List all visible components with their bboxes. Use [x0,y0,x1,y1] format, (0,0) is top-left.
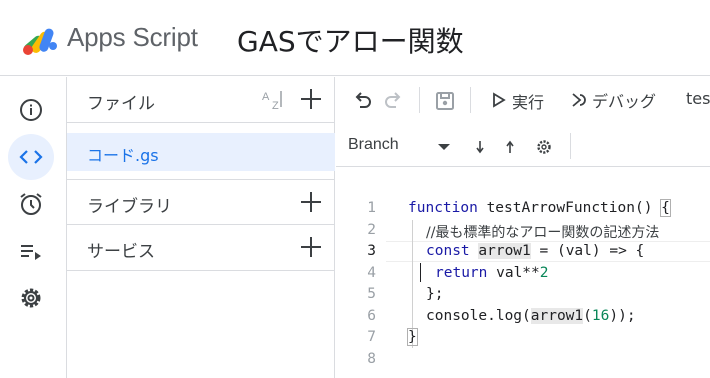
libraries-section: ライブラリ [67,179,335,225]
add-service-icon[interactable] [297,233,325,261]
code-line: 4 return val**2 [336,263,710,285]
redo-icon[interactable] [382,89,406,113]
info-icon [20,99,42,121]
services-section: サービス [67,225,335,271]
push-arrow-up-icon[interactable] [498,135,522,159]
line-number: 6 [367,307,376,324]
rail-editor-button[interactable] [8,134,54,180]
undo-icon[interactable] [350,89,374,113]
files-section-label: ファイル [87,94,155,114]
code-line: 3 const arrow1 = (val) => { [336,241,710,263]
alarm-clock-icon [20,193,42,215]
play-icon [493,92,506,108]
line-number: 2 [367,221,376,238]
add-library-icon[interactable] [297,188,325,216]
function-select[interactable]: tes [686,89,710,108]
debug-label: デバッグ [592,92,657,111]
toolbar-divider [470,87,471,113]
debug-button[interactable]: デバッグ [568,85,674,115]
code-icon [19,150,43,164]
app-header: Apps Script GASでアロー関数 [0,0,710,76]
branch-dropdown-icon[interactable] [432,135,456,159]
file-item-code-gs[interactable]: コード.gs [67,133,335,171]
code-text: const arrow1 = (val) => { [426,243,645,259]
apps-script-logo[interactable] [20,22,60,56]
code-text: }; [426,286,444,302]
rail-triggers-button[interactable] [8,181,54,227]
gear-icon [21,288,41,308]
save-icon[interactable] [433,89,457,113]
rail-settings-button[interactable] [8,275,54,321]
app-name[interactable]: Apps Script [67,22,198,53]
libraries-label: ライブラリ [87,197,172,217]
file-name: コード.gs [87,146,159,165]
branch-label: Branch [348,136,399,153]
code-line: 6 console.log(arrow1(16)); [336,306,710,328]
files-panel: ファイル A Z コード.gs ライブラリ サービス [67,77,335,378]
code-text: function testArrowFunction() { [408,199,671,217]
svg-text:Z: Z [272,100,279,112]
code-line: 1 function testArrowFunction() { [336,198,710,220]
run-button[interactable]: 実行 [486,85,562,115]
files-section-header: ファイル A Z [67,77,335,123]
line-number: 7 [367,329,376,345]
code-editor[interactable]: 1 function testArrowFunction() { 2 //最も標… [336,168,710,378]
line-number: 5 [367,286,376,302]
code-text: } [407,328,418,346]
code-line: 8 [336,349,710,371]
project-title[interactable]: GASでアロー関数 [237,20,464,60]
code-line: 7 } [336,327,710,349]
debug-icon [572,93,586,107]
editor-toolbar: 実行 デバッグ tes Branch [336,77,710,167]
line-number: 4 [367,264,376,281]
svg-text:A: A [262,91,270,103]
code-line: 5 }; [336,284,710,306]
run-label: 実行 [512,93,545,112]
line-number-current: 3 [367,243,376,259]
executions-list-icon [21,245,41,260]
add-file-icon[interactable] [297,85,325,113]
toolbar-divider [419,87,420,113]
pull-arrow-down-icon[interactable] [468,135,492,159]
left-nav-rail [0,77,67,378]
line-number: 8 [367,350,376,367]
code-text: return val**2 [435,264,549,281]
branch-settings-gear-icon[interactable] [532,135,556,159]
toolbar-divider [570,133,571,159]
code-line: 2 //最も標準的なアロー関数の記述方法 [336,220,710,242]
rail-overview-button[interactable] [8,87,54,133]
sort-az-icon[interactable]: A Z [261,87,287,113]
line-number: 1 [367,200,376,216]
code-text: console.log(arrow1(16)); [426,307,636,324]
code-text: //最も標準的なアロー関数の記述方法 [426,224,660,241]
services-label: サービス [87,242,155,262]
rail-executions-button[interactable] [8,228,54,274]
